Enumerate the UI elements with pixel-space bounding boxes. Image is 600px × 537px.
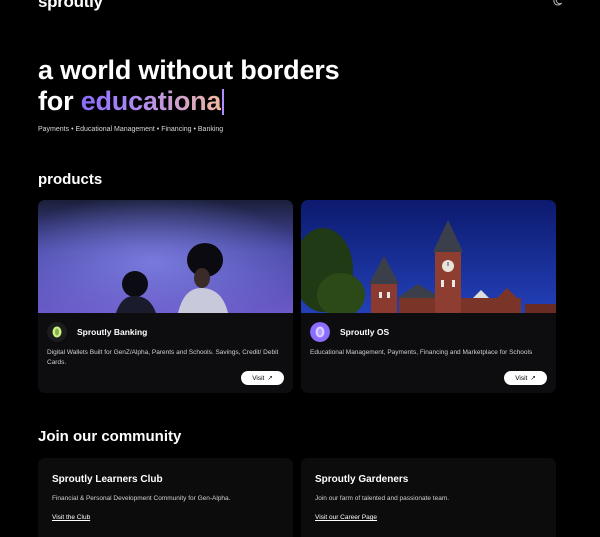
community-description: Join our farm of talented and passionate… <box>315 495 450 502</box>
community-description: Financial & Personal Development Communi… <box>52 495 231 502</box>
hero-headline-line2: for educationa <box>38 86 339 117</box>
visit-button[interactable]: Visit ↗ <box>241 371 284 385</box>
hero-highlight-word: educationa <box>80 86 222 116</box>
community-card-learners: Sproutly Learners Club Financial & Perso… <box>38 458 293 537</box>
coin-icon <box>47 322 67 342</box>
community-title: Join our community <box>38 428 182 445</box>
career-page-link[interactable]: Visit our Career Page <box>315 514 377 521</box>
hero: a world without borders for educationa <box>38 55 340 117</box>
visit-label: Visit <box>252 374 265 382</box>
arrow-up-right-icon: ↗ <box>267 375 273 382</box>
product-name: Sproutly OS <box>340 327 390 337</box>
product-name: Sproutly Banking <box>77 327 148 337</box>
community-name: Sproutly Learners Club <box>52 474 163 485</box>
community-card-gardeners: Sproutly Gardeners Join our farm of tale… <box>301 458 556 537</box>
products-title: products <box>38 171 103 188</box>
community-name: Sproutly Gardeners <box>315 474 409 485</box>
hero-headline-line1: a world without borders <box>38 55 340 85</box>
visit-club-link[interactable]: Visit the Club <box>52 514 90 521</box>
arrow-up-right-icon: ↗ <box>530 375 536 382</box>
moon-icon[interactable] <box>552 0 562 6</box>
visit-button[interactable]: Visit ↗ <box>504 371 547 385</box>
product-card-banking[interactable]: Sproutly Banking Digital Wallets Built f… <box>38 200 293 393</box>
product-description: Educational Management, Payments, Financ… <box>310 349 533 356</box>
typing-caret <box>222 89 225 115</box>
coin-icon <box>310 322 330 342</box>
product-card-os[interactable]: Sproutly OS Educational Management, Paym… <box>301 200 556 393</box>
top-bar: sproutly <box>38 0 562 12</box>
hero-prefix: for <box>38 86 81 116</box>
product-description: Digital Wallets Built for GenZ/Alpha, Pa… <box>47 349 279 366</box>
visit-label: Visit <box>515 374 528 382</box>
banking-hero-image <box>38 200 293 313</box>
hero-tagline: Payments • Educational Management • Fina… <box>38 126 224 133</box>
os-card-body: Sproutly OS Educational Management, Paym… <box>301 313 556 393</box>
logo[interactable]: sproutly <box>38 0 103 12</box>
campus-hero-image <box>301 200 556 313</box>
banking-card-body: Sproutly Banking Digital Wallets Built f… <box>38 313 293 393</box>
